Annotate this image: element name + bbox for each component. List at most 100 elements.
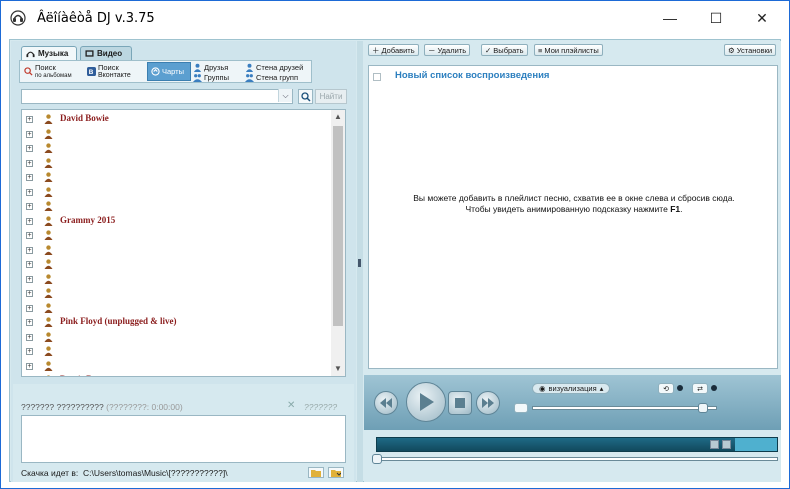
playlist-title[interactable]: Новый список воспроизведения	[395, 70, 549, 81]
tab-video[interactable]: Видео	[80, 46, 132, 60]
download-close-icon[interactable]: ✕	[287, 400, 295, 411]
volume-slider[interactable]	[532, 406, 717, 410]
playlist-area[interactable]: Новый список воспроизведения Вы можете д…	[368, 65, 778, 369]
artist-name[interactable]: Demis Roussos	[60, 374, 117, 376]
expand-icon[interactable]: +	[26, 174, 33, 181]
pane-splitter[interactable]	[357, 41, 363, 482]
expand-icon[interactable]: +	[26, 246, 33, 254]
repeat-button[interactable]: ⟲	[658, 383, 674, 394]
tree-node[interactable]: +	[26, 143, 326, 154]
friends-button[interactable]: Друзья	[193, 62, 228, 72]
tree-node[interactable]: +	[26, 288, 326, 299]
title-bar[interactable]: Âëîíàêòå DJ v.3.75 — ☐ ✕	[1, 1, 789, 35]
speaker-icon[interactable]	[514, 403, 528, 413]
vk-search-label: Поиск	[98, 62, 119, 72]
artist-name[interactable]: David Bowie	[60, 113, 109, 123]
expand-icon[interactable]: +	[26, 217, 33, 225]
splitter-grip[interactable]	[358, 259, 361, 267]
open-folder-button[interactable]	[308, 467, 324, 478]
artist-name[interactable]: Grammy 2015	[60, 215, 115, 225]
maximize-button[interactable]: ☐	[693, 1, 739, 35]
position-knob[interactable]	[372, 454, 382, 464]
choose-folder-button[interactable]	[328, 467, 344, 478]
repeat-icon: ⟲	[663, 385, 669, 393]
delete-button[interactable]: － Удалить	[424, 44, 471, 56]
expand-icon[interactable]: +	[26, 362, 33, 370]
friends-wall-button[interactable]: Стена друзей	[245, 62, 303, 72]
person-icon	[44, 215, 53, 226]
minus-icon: －	[428, 45, 436, 55]
tree-node[interactable]: +	[26, 128, 326, 140]
expand-icon[interactable]: +	[26, 333, 33, 341]
charts-button[interactable]: Чарты	[147, 62, 191, 81]
position-slider[interactable]	[376, 457, 778, 461]
tree-node[interactable]: +	[26, 157, 326, 169]
expand-icon[interactable]: +	[26, 261, 33, 268]
vk-search-button[interactable]: B Поиск Вконтакте	[84, 62, 146, 81]
tree-node[interactable]: + Grammy 2015	[26, 215, 326, 227]
expand-icon[interactable]: +	[26, 290, 33, 297]
previous-button[interactable]	[374, 391, 398, 415]
tree-node[interactable]: +	[26, 273, 326, 285]
expand-icon[interactable]: +	[26, 203, 33, 210]
tree-node[interactable]: +	[26, 186, 326, 198]
expand-icon[interactable]: +	[26, 159, 33, 167]
expand-icon[interactable]: +	[26, 116, 33, 123]
expand-icon[interactable]: +	[26, 304, 33, 312]
tree-node[interactable]: +	[26, 172, 326, 183]
expand-icon[interactable]: +	[26, 130, 33, 138]
tree-node[interactable]: +	[26, 201, 326, 212]
expand-icon[interactable]: +	[26, 275, 33, 283]
tree-node[interactable]: +Demis Roussos	[26, 374, 326, 376]
visualization-toggle[interactable]: ◉ визуализация ▴	[532, 383, 611, 394]
tree-node[interactable]: +	[26, 259, 326, 270]
tree-node[interactable]: + David Bowie	[26, 113, 326, 125]
download-list[interactable]	[21, 415, 346, 463]
expand-icon[interactable]: +	[26, 348, 33, 355]
groups-wall-button[interactable]: Стена групп	[245, 72, 298, 82]
artist-name[interactable]: Pink Floyd (unplugged & live)	[60, 316, 177, 326]
tree-node[interactable]: +	[26, 302, 326, 314]
track-button-2[interactable]	[722, 440, 731, 449]
scroll-thumb[interactable]	[333, 126, 343, 326]
person-icon	[44, 114, 53, 124]
download-status: ??????? ?????????? (????????: 0:00:00)	[21, 402, 183, 412]
scroll-up-arrow[interactable]: ▲	[331, 110, 345, 124]
tab-music[interactable]: Музыка	[21, 46, 77, 60]
tree-node[interactable]: +	[26, 331, 326, 343]
add-button[interactable]: ＋ Добавить	[368, 44, 419, 56]
tree-node[interactable]: + Pink Floyd (unplugged & live)	[26, 316, 326, 328]
shuffle-button[interactable]: ⇄	[692, 383, 708, 394]
search-dropdown-arrow[interactable]: ⌵	[278, 89, 292, 102]
close-button[interactable]: ✕	[739, 1, 785, 35]
tree-node[interactable]: +	[26, 244, 326, 256]
play-button[interactable]	[406, 382, 446, 422]
delete-label: Удалить	[437, 45, 467, 55]
settings-button[interactable]: ⚙ Установки	[724, 44, 777, 56]
album-search-button[interactable]: Поиск по альбомам	[21, 62, 82, 81]
select-button[interactable]: ✓ Выбрать	[481, 44, 528, 56]
tree-node[interactable]: +	[26, 346, 326, 357]
expand-icon[interactable]: +	[26, 145, 33, 152]
find-button[interactable]: Найти	[315, 89, 347, 104]
scroll-down-arrow[interactable]: ▼	[331, 362, 345, 376]
tree-scrollbar[interactable]: ▲ ▼	[331, 110, 345, 376]
tree-node[interactable]: +	[26, 360, 326, 372]
tree-node[interactable]: +	[26, 230, 326, 241]
my-playlists-button[interactable]: ≡ Мои плэйлисты	[534, 44, 603, 56]
expand-icon[interactable]: +	[26, 319, 33, 326]
track-display	[376, 437, 778, 452]
stop-button[interactable]	[448, 391, 472, 415]
search-input[interactable]	[21, 89, 293, 104]
next-button[interactable]	[476, 391, 500, 415]
search-button[interactable]	[298, 89, 313, 104]
playlist-checkbox[interactable]	[373, 73, 381, 81]
track-button-1[interactable]	[710, 440, 719, 449]
volume-knob[interactable]	[697, 403, 708, 413]
groups-button[interactable]: Группы	[193, 72, 229, 82]
artist-tree[interactable]: + David Bowie + + + + + + + Grammy 2015 + + + + + + + Pin…	[21, 109, 346, 377]
person-icon	[44, 317, 53, 327]
expand-icon[interactable]: +	[26, 188, 33, 196]
minimize-button[interactable]: —	[647, 1, 693, 35]
expand-icon[interactable]: +	[26, 232, 33, 239]
